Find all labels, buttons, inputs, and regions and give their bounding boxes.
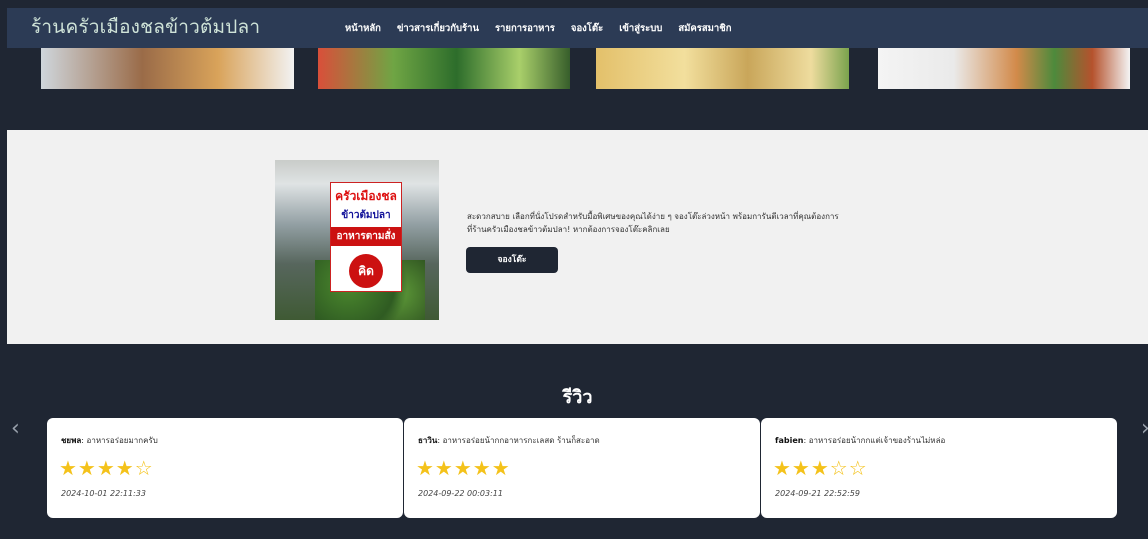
review-card: ชยพล: อาหารอร่อยมากครับ ★★★★☆ 2024-10-01… bbox=[47, 418, 403, 518]
sign-logo: คิด bbox=[349, 254, 383, 288]
review-author: ธาวิน bbox=[418, 436, 438, 445]
star-rating-icon: ★★★★★ bbox=[416, 456, 511, 480]
carousel-prev-icon[interactable]: ‹ bbox=[11, 416, 20, 441]
main-nav: หน้าหลัก ข่าวสารเกี่ยวกับร้าน รายการอาหา… bbox=[345, 21, 731, 36]
promo-text-line-1: สะดวกสบาย เลือกที่นั่งโปรดสำหรับมื้อพิเศ… bbox=[467, 212, 839, 221]
nav-news[interactable]: ข่าวสารเกี่ยวกับร้าน bbox=[397, 21, 479, 36]
star-rating-icon: ★★★☆☆ bbox=[773, 456, 868, 480]
review-text: : อาหารอร่อยน้ากกอาหารกะเลสด ร้านก็สะอาด bbox=[437, 436, 600, 445]
review-author: fabien bbox=[775, 436, 804, 445]
review-timestamp: 2024-10-01 22:11:33 bbox=[61, 489, 146, 498]
food-image-4 bbox=[878, 48, 1130, 89]
review-line: fabien: อาหารอร่อยน้ากกแต่เจ้าของร้านไม่… bbox=[775, 434, 945, 447]
nav-menu[interactable]: รายการอาหาร bbox=[495, 21, 555, 36]
food-image-2 bbox=[318, 48, 570, 89]
review-text: : อาหารอร่อยมากครับ bbox=[81, 436, 158, 445]
restaurant-sign: ครัวเมืองชล ข้าวต้มปลา อาหารตามสั่ง คิด bbox=[330, 182, 402, 292]
nav-login[interactable]: เข้าสู่ระบบ bbox=[619, 21, 662, 36]
sign-line-1: ครัวเมืองชล bbox=[335, 189, 397, 203]
review-card: ธาวิน: อาหารอร่อยน้ากกอาหารกะเลสด ร้านก็… bbox=[404, 418, 760, 518]
food-gallery bbox=[7, 48, 1148, 130]
navbar: ร้านครัวเมืองชลข้าวต้มปลา หน้าหลัก ข่าวส… bbox=[7, 8, 1148, 48]
restaurant-photo: ครัวเมืองชล ข้าวต้มปลา อาหารตามสั่ง คิด bbox=[275, 160, 439, 320]
star-rating-icon: ★★★★☆ bbox=[59, 456, 154, 480]
sign-line-2: ข้าวต้มปลา bbox=[341, 210, 391, 221]
food-image-1 bbox=[41, 48, 294, 89]
nav-home[interactable]: หน้าหลัก bbox=[345, 21, 381, 36]
reviews-section: รีวิว ‹ › ชยพล: อาหารอร่อยมากครับ ★★★★☆ … bbox=[7, 344, 1148, 539]
review-author: ชยพล bbox=[61, 436, 82, 445]
sign-line-3: อาหารตามสั่ง bbox=[331, 227, 401, 246]
promo-text-line-2: ที่ร้านครัวเมืองชลข้าวต้มปลา! หากต้องการ… bbox=[467, 225, 670, 234]
review-card: fabien: อาหารอร่อยน้ากกแต่เจ้าของร้านไม่… bbox=[761, 418, 1117, 518]
carousel-next-icon[interactable]: › bbox=[1141, 416, 1148, 441]
review-timestamp: 2024-09-21 22:52:59 bbox=[775, 489, 860, 498]
site-brand[interactable]: ร้านครัวเมืองชลข้าวต้มปลา bbox=[31, 12, 260, 42]
nav-register[interactable]: สมัครสมาชิก bbox=[678, 21, 731, 36]
book-table-button[interactable]: จองโต๊ะ bbox=[466, 247, 558, 273]
review-line: ธาวิน: อาหารอร่อยน้ากกอาหารกะเลสด ร้านก็… bbox=[418, 434, 600, 447]
review-text: : อาหารอร่อยน้ากกแต่เจ้าของร้านไม่หล่อ bbox=[803, 436, 946, 445]
nav-booking[interactable]: จองโต๊ะ bbox=[571, 21, 603, 36]
review-timestamp: 2024-09-22 00:03:11 bbox=[418, 489, 503, 498]
promo-description: สะดวกสบาย เลือกที่นั่งโปรดสำหรับมื้อพิเศ… bbox=[467, 210, 907, 236]
booking-promo: ครัวเมืองชล ข้าวต้มปลา อาหารตามสั่ง คิด … bbox=[7, 130, 1148, 344]
review-line: ชยพล: อาหารอร่อยมากครับ bbox=[61, 434, 158, 447]
food-image-3 bbox=[596, 48, 849, 89]
reviews-title: รีวิว bbox=[562, 387, 593, 408]
